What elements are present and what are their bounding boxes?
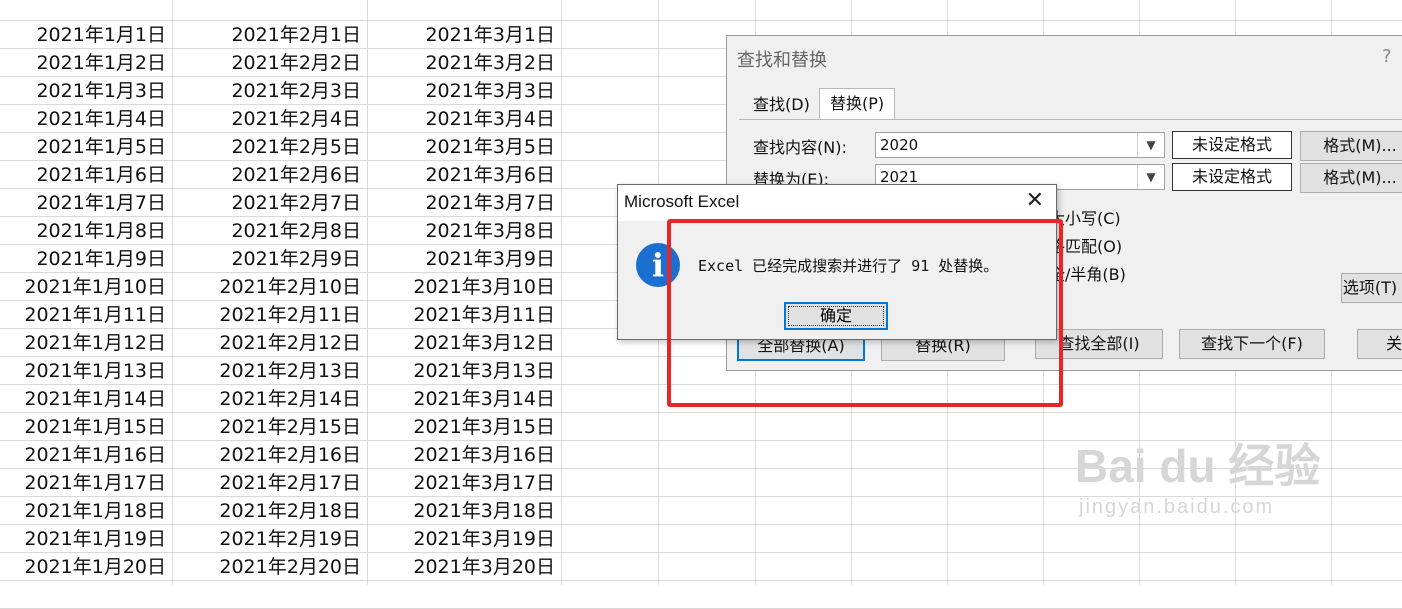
cell-date[interactable]: 2021年2月12日	[172, 329, 367, 357]
cell-date[interactable]: 2021年2月14日	[172, 385, 367, 413]
cell-date[interactable]: 2021年2月2日	[172, 49, 367, 77]
cell-date[interactable]: 2021年1月14日	[0, 385, 172, 413]
cell-date[interactable]: 2021年1月2日	[0, 49, 172, 77]
cell-date[interactable]: 2021年2月4日	[172, 105, 367, 133]
cell-date[interactable]: 2021年3月6日	[367, 161, 561, 189]
annotation-highlight-box	[667, 219, 1063, 407]
cell-date[interactable]: 2021年3月11日	[367, 301, 561, 329]
cell-date[interactable]: 2021年1月15日	[0, 413, 172, 441]
replace-format-button[interactable]: 格式(M)...	[1300, 163, 1402, 193]
cell-date[interactable]: 2021年1月5日	[0, 133, 172, 161]
cell-date[interactable]: 2021年1月12日	[0, 329, 172, 357]
cell-date[interactable]: 2021年1月13日	[0, 357, 172, 385]
message-title: Microsoft Excel	[624, 192, 740, 211]
cell-date[interactable]: 2021年1月4日	[0, 105, 172, 133]
options-button[interactable]: 选项(T) <<	[1341, 273, 1402, 303]
cell-date[interactable]: 2021年1月3日	[0, 77, 172, 105]
cell-date[interactable]: 2021年3月10日	[367, 273, 561, 301]
cell-date[interactable]: 2021年2月13日	[172, 357, 367, 385]
cell-date[interactable]: 2021年3月2日	[367, 49, 561, 77]
cell-date[interactable]: 2021年3月16日	[367, 441, 561, 469]
cell-date[interactable]: 2021年1月18日	[0, 497, 172, 525]
help-icon[interactable]: ?	[1382, 46, 1392, 67]
close-icon[interactable]: ✕	[1026, 188, 1044, 213]
find-next-button[interactable]: 查找下一个(F)	[1179, 329, 1325, 359]
find-format-button[interactable]: 格式(M)...	[1300, 131, 1402, 161]
cell-date[interactable]: 2021年3月4日	[367, 105, 561, 133]
cell-date[interactable]: 2021年2月10日	[172, 273, 367, 301]
watermark: Bai du 经验 jingyan.baidu.com	[1075, 430, 1320, 519]
cell-date[interactable]: 2021年3月5日	[367, 133, 561, 161]
cell-date[interactable]: 2021年2月5日	[172, 133, 367, 161]
tab-find[interactable]: 查找(D)	[743, 91, 820, 119]
cell-date[interactable]: 2021年3月14日	[367, 385, 561, 413]
cell-date[interactable]: 2021年1月10日	[0, 273, 172, 301]
cell-date[interactable]: 2021年1月8日	[0, 217, 172, 245]
cell-date[interactable]: 2021年2月9日	[172, 245, 367, 273]
find-input[interactable]: 2020 ▼	[875, 132, 1165, 158]
cell-date[interactable]: 2021年2月20日	[172, 553, 367, 581]
cell-date[interactable]: 2021年2月19日	[172, 525, 367, 553]
find-format-preview: 未设定格式	[1172, 131, 1292, 159]
cell-date[interactable]: 2021年3月12日	[367, 329, 561, 357]
replace-format-preview: 未设定格式	[1172, 163, 1292, 191]
cell-date[interactable]: 2021年3月7日	[367, 189, 561, 217]
cell-date[interactable]: 2021年1月7日	[0, 189, 172, 217]
cell-date[interactable]: 2021年2月18日	[172, 497, 367, 525]
cell-date[interactable]: 2021年1月16日	[0, 441, 172, 469]
cell-date[interactable]: 2021年3月8日	[367, 217, 561, 245]
find-value: 2020	[880, 136, 919, 154]
watermark-url: jingyan.baidu.com	[1079, 496, 1275, 518]
cell-date[interactable]: 2021年2月1日	[172, 21, 367, 49]
watermark-brand: Bai du 经验	[1075, 440, 1321, 492]
cell-date[interactable]: 2021年1月20日	[0, 553, 172, 581]
cell-date[interactable]: 2021年2月6日	[172, 161, 367, 189]
cell-date[interactable]: 2021年3月9日	[367, 245, 561, 273]
tab-replace[interactable]: 替换(P)	[819, 88, 896, 120]
cell-date[interactable]: 2021年3月1日	[367, 21, 561, 49]
close-button[interactable]: 关闭	[1357, 329, 1402, 359]
cell-date[interactable]: 2021年1月11日	[0, 301, 172, 329]
cell-date[interactable]: 2021年3月20日	[367, 553, 561, 581]
cell-date[interactable]: 2021年2月11日	[172, 301, 367, 329]
cell-date[interactable]: 2021年2月16日	[172, 441, 367, 469]
cell-date[interactable]: 2021年3月18日	[367, 497, 561, 525]
cell-date[interactable]: 2021年1月1日	[0, 21, 172, 49]
message-titlebar: Microsoft Excel ✕	[618, 185, 1056, 221]
cell-date[interactable]: 2021年2月17日	[172, 469, 367, 497]
cell-date[interactable]: 2021年2月7日	[172, 189, 367, 217]
cell-date[interactable]: 2021年3月19日	[367, 525, 561, 553]
chevron-down-icon[interactable]: ▼	[1137, 133, 1164, 157]
cell-date[interactable]: 2021年2月8日	[172, 217, 367, 245]
find-label: 查找内容(N):	[753, 138, 847, 157]
cell-date[interactable]: 2021年3月13日	[367, 357, 561, 385]
cell-date[interactable]: 2021年2月3日	[172, 77, 367, 105]
cell-date[interactable]: 2021年2月15日	[172, 413, 367, 441]
cell-date[interactable]: 2021年1月9日	[0, 245, 172, 273]
cell-date[interactable]: 2021年3月15日	[367, 413, 561, 441]
cell-date[interactable]: 2021年3月3日	[367, 77, 561, 105]
dialog-title: 查找和替换	[737, 50, 827, 71]
cell-date[interactable]: 2021年1月19日	[0, 525, 172, 553]
chevron-down-icon[interactable]: ▼	[1137, 165, 1164, 189]
cell-date[interactable]: 2021年1月6日	[0, 161, 172, 189]
grid-column-line	[561, 0, 562, 585]
cell-date[interactable]: 2021年3月17日	[367, 469, 561, 497]
cell-date[interactable]: 2021年1月17日	[0, 469, 172, 497]
